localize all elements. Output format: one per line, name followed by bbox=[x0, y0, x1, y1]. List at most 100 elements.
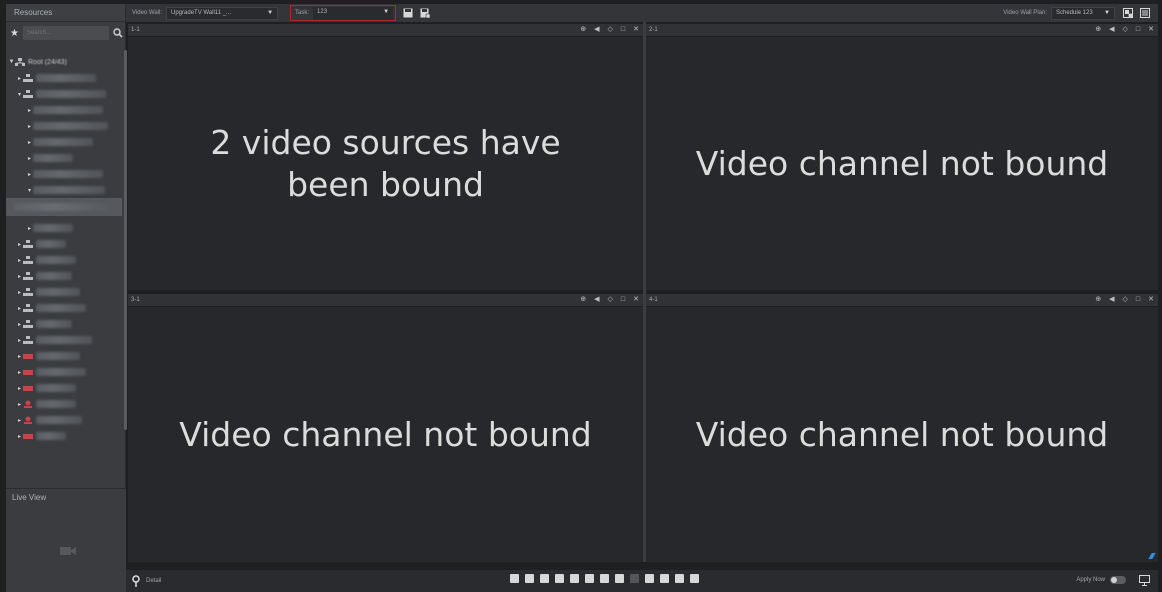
tree-node[interactable]: ▸ bbox=[16, 70, 126, 86]
ptz-icon[interactable]: ◇ bbox=[608, 294, 613, 306]
plan-settings-icon[interactable] bbox=[1123, 8, 1133, 18]
pane-2-label: 2-1 bbox=[649, 27, 658, 33]
tree-node[interactable]: ▸ bbox=[16, 348, 126, 364]
tree-node[interactable]: ▸ bbox=[26, 102, 126, 118]
screen-icon[interactable] bbox=[690, 574, 699, 583]
tree-scrollbar[interactable] bbox=[124, 50, 127, 430]
organization-icon bbox=[23, 90, 33, 98]
maximize-icon[interactable]: □ bbox=[621, 294, 625, 306]
device-icon bbox=[23, 352, 33, 360]
save-icon[interactable] bbox=[403, 8, 413, 18]
close-icon[interactable]: ✕ bbox=[1148, 24, 1154, 36]
resource-tree: ▼ Root (24/43) ▸ ▾ ▸ ▸ ▸ ▸ ▸ ▾ ▸ ▸ ▸ ▸ ▸… bbox=[6, 50, 126, 470]
live-view-header[interactable]: Live View bbox=[6, 488, 126, 506]
layout-9-icon[interactable] bbox=[540, 574, 549, 583]
edit-icon[interactable] bbox=[600, 574, 609, 583]
tree-node[interactable]: ▸ bbox=[16, 380, 126, 396]
close-icon[interactable]: ✕ bbox=[1148, 294, 1154, 306]
close-icon[interactable]: ✕ bbox=[633, 294, 639, 306]
device-icon bbox=[23, 432, 33, 440]
tree-node[interactable]: ▸ bbox=[16, 236, 126, 252]
dropdown-arrow-icon: ▼ bbox=[383, 8, 390, 15]
pane-1[interactable]: 2 video sources have been bound bbox=[128, 37, 643, 290]
expand-arrow-icon[interactable]: ▼ bbox=[8, 59, 15, 65]
search-icon[interactable] bbox=[113, 28, 123, 38]
audio-icon[interactable]: ◀ bbox=[594, 24, 599, 36]
fullscreen-icon[interactable] bbox=[660, 574, 669, 583]
layout-split-icon[interactable] bbox=[585, 574, 594, 583]
tree-node[interactable]: ▸ bbox=[16, 316, 126, 332]
favorite-star-icon[interactable]: ★ bbox=[10, 28, 19, 39]
tree-node[interactable]: ▸ bbox=[26, 150, 126, 166]
video-placeholder-icon bbox=[60, 547, 76, 555]
person-device-icon bbox=[23, 400, 33, 408]
ptz-icon[interactable]: ◇ bbox=[608, 24, 613, 36]
layout-1-icon[interactable] bbox=[510, 574, 519, 583]
pane-2[interactable]: Video channel not bound bbox=[646, 37, 1158, 290]
tree-node[interactable]: ▸ bbox=[16, 364, 126, 380]
search-input[interactable] bbox=[22, 26, 109, 40]
tree-node[interactable]: ▾ bbox=[26, 182, 126, 198]
maximize-icon[interactable]: □ bbox=[1136, 24, 1140, 36]
monitor-icon[interactable] bbox=[1139, 575, 1150, 586]
audio-icon[interactable]: ◀ bbox=[1109, 24, 1114, 36]
task-select[interactable]: 123 ▼ bbox=[313, 6, 394, 20]
tree-node[interactable]: ▸ bbox=[26, 118, 126, 134]
target-icon[interactable]: ⊕ bbox=[580, 24, 586, 36]
organization-icon bbox=[23, 304, 33, 312]
ptz-icon[interactable]: ◇ bbox=[1123, 24, 1128, 36]
live-view-area bbox=[6, 506, 126, 592]
audio-icon[interactable]: ◀ bbox=[594, 294, 599, 306]
pane-4-message: Video channel not bound bbox=[695, 414, 1109, 454]
close-icon[interactable]: ✕ bbox=[633, 24, 639, 36]
audio-icon[interactable]: ◀ bbox=[1109, 294, 1114, 306]
layout-4-icon[interactable] bbox=[525, 574, 534, 583]
target-icon[interactable]: ⊕ bbox=[1095, 294, 1101, 306]
organization-icon bbox=[23, 288, 33, 296]
clear-icon[interactable] bbox=[615, 574, 624, 583]
pane-3[interactable]: Video channel not bound bbox=[128, 307, 643, 562]
video-wall-select[interactable]: UpgradeTV Wall11 _... ▼ bbox=[166, 6, 279, 20]
layout-16-icon[interactable] bbox=[555, 574, 564, 583]
tree-node[interactable]: ▸ bbox=[16, 284, 126, 300]
tree-node[interactable]: ▸ bbox=[16, 300, 126, 316]
pin-icon bbox=[132, 575, 140, 587]
dropdown-arrow-icon: ▼ bbox=[1104, 9, 1110, 16]
plan-list-icon[interactable] bbox=[1140, 8, 1150, 18]
video-wall-label: Video Wall: bbox=[132, 10, 163, 16]
plan-label: Video Wall Plan: bbox=[1003, 10, 1047, 16]
tree-node[interactable]: ▸ bbox=[26, 166, 126, 182]
person-device-icon bbox=[23, 416, 33, 424]
tree-node[interactable]: ▸ bbox=[16, 268, 126, 284]
pane-4[interactable]: Video channel not bound bbox=[646, 307, 1158, 562]
tree-node[interactable]: ▸ bbox=[16, 332, 126, 348]
layout-custom-icon[interactable] bbox=[570, 574, 579, 583]
save-as-icon[interactable] bbox=[420, 8, 431, 18]
pane-2-header: 2-1 ⊕ ◀ ◇ □ ✕ bbox=[646, 24, 1158, 36]
bottom-toolbar: Detail Apply Now bbox=[126, 570, 1158, 592]
detail-label: Detail bbox=[146, 578, 162, 584]
ptz-icon[interactable]: ◇ bbox=[1123, 294, 1128, 306]
organization-icon bbox=[23, 240, 33, 248]
tree-node[interactable]: ▸ bbox=[16, 412, 126, 428]
target-icon[interactable]: ⊕ bbox=[580, 294, 586, 306]
tree-node[interactable]: ▸ bbox=[16, 252, 126, 268]
image-icon[interactable] bbox=[675, 574, 684, 583]
tree-node[interactable]: ▾ bbox=[16, 86, 126, 102]
refresh-icon bbox=[630, 574, 639, 583]
plan-select[interactable]: Schedule 123 ▼ bbox=[1051, 6, 1115, 20]
tree-node[interactable]: ▸ bbox=[26, 134, 126, 150]
target-icon[interactable]: ⊕ bbox=[1095, 24, 1101, 36]
resource-panel: Resources ★ ▼ Root (24/43) ▸ ▾ ▸ ▸ ▸ ▸ ▸… bbox=[6, 4, 127, 592]
maximize-icon[interactable]: □ bbox=[1136, 294, 1140, 306]
tree-node[interactable]: ▸ bbox=[26, 220, 126, 236]
tree-node-selected[interactable] bbox=[6, 198, 122, 216]
lock-icon[interactable] bbox=[645, 574, 654, 583]
apply-now-toggle[interactable] bbox=[1110, 576, 1126, 584]
detail-toggle[interactable]: Detail bbox=[132, 575, 161, 587]
tree-node[interactable]: ▸ bbox=[16, 428, 126, 444]
tree-root[interactable]: ▼ Root (24/43) bbox=[8, 54, 122, 70]
maximize-icon[interactable]: □ bbox=[621, 24, 625, 36]
task-selector-highlight: Task: 123 ▼ bbox=[290, 5, 397, 21]
tree-node[interactable]: ▸ bbox=[16, 396, 126, 412]
